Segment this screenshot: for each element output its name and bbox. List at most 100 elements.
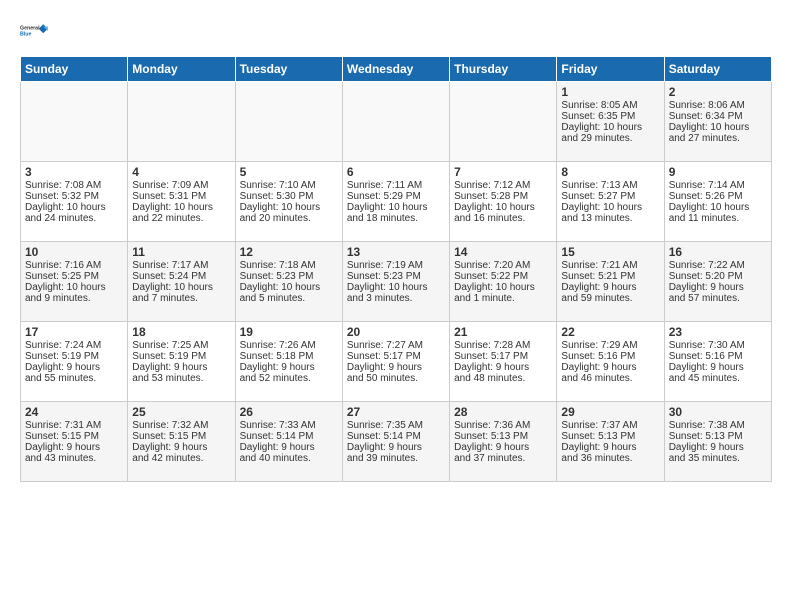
day-info-line: Sunset: 5:26 PM bbox=[669, 191, 767, 202]
day-info-line: Sunset: 5:28 PM bbox=[454, 191, 552, 202]
weekday-header-monday: Monday bbox=[128, 57, 235, 82]
week-row-2: 10Sunrise: 7:16 AMSunset: 5:25 PMDayligh… bbox=[21, 242, 772, 322]
day-number: 2 bbox=[669, 85, 767, 99]
day-number: 19 bbox=[240, 325, 338, 339]
day-info-line: Daylight: 9 hours bbox=[25, 442, 123, 453]
day-info-line: Sunrise: 7:13 AM bbox=[561, 180, 659, 191]
weekday-header-thursday: Thursday bbox=[450, 57, 557, 82]
day-info-line: Sunrise: 7:29 AM bbox=[561, 340, 659, 351]
day-info-line: and 13 minutes. bbox=[561, 213, 659, 224]
day-info-line: Daylight: 10 hours bbox=[561, 122, 659, 133]
day-info-line: and 27 minutes. bbox=[669, 133, 767, 144]
calendar-cell: 17Sunrise: 7:24 AMSunset: 5:19 PMDayligh… bbox=[21, 322, 128, 402]
day-info-line: Sunset: 5:18 PM bbox=[240, 351, 338, 362]
week-row-1: 3Sunrise: 7:08 AMSunset: 5:32 PMDaylight… bbox=[21, 162, 772, 242]
day-info-line: and 5 minutes. bbox=[240, 293, 338, 304]
day-info-line: Sunrise: 7:20 AM bbox=[454, 260, 552, 271]
day-number: 22 bbox=[561, 325, 659, 339]
calendar-cell: 20Sunrise: 7:27 AMSunset: 5:17 PMDayligh… bbox=[342, 322, 449, 402]
day-info-line: and 53 minutes. bbox=[132, 373, 230, 384]
day-number: 17 bbox=[25, 325, 123, 339]
day-number: 4 bbox=[132, 165, 230, 179]
day-info-line: Sunset: 5:20 PM bbox=[669, 271, 767, 282]
day-info-line: and 9 minutes. bbox=[25, 293, 123, 304]
day-info-line: and 3 minutes. bbox=[347, 293, 445, 304]
day-info-line: and 50 minutes. bbox=[347, 373, 445, 384]
calendar-cell: 11Sunrise: 7:17 AMSunset: 5:24 PMDayligh… bbox=[128, 242, 235, 322]
day-info-line: Sunrise: 7:16 AM bbox=[25, 260, 123, 271]
calendar-cell: 18Sunrise: 7:25 AMSunset: 5:19 PMDayligh… bbox=[128, 322, 235, 402]
weekday-header-wednesday: Wednesday bbox=[342, 57, 449, 82]
calendar-cell: 5Sunrise: 7:10 AMSunset: 5:30 PMDaylight… bbox=[235, 162, 342, 242]
day-info-line: and 48 minutes. bbox=[454, 373, 552, 384]
day-info-line: Sunrise: 7:18 AM bbox=[240, 260, 338, 271]
day-number: 24 bbox=[25, 405, 123, 419]
day-number: 13 bbox=[347, 245, 445, 259]
calendar-cell: 19Sunrise: 7:26 AMSunset: 5:18 PMDayligh… bbox=[235, 322, 342, 402]
day-info-line: and 16 minutes. bbox=[454, 213, 552, 224]
day-info-line: Daylight: 9 hours bbox=[454, 442, 552, 453]
svg-text:Blue: Blue bbox=[20, 32, 31, 38]
day-info-line: Sunset: 5:19 PM bbox=[25, 351, 123, 362]
day-info-line: Daylight: 9 hours bbox=[240, 362, 338, 373]
day-number: 9 bbox=[669, 165, 767, 179]
day-info-line: Sunset: 5:25 PM bbox=[25, 271, 123, 282]
day-info-line: and 55 minutes. bbox=[25, 373, 123, 384]
calendar-cell: 9Sunrise: 7:14 AMSunset: 5:26 PMDaylight… bbox=[664, 162, 771, 242]
day-info-line: Daylight: 10 hours bbox=[240, 202, 338, 213]
day-info-line: and 35 minutes. bbox=[669, 453, 767, 464]
day-info-line: Sunrise: 7:35 AM bbox=[347, 420, 445, 431]
day-number: 1 bbox=[561, 85, 659, 99]
day-number: 16 bbox=[669, 245, 767, 259]
day-info-line: Sunrise: 7:37 AM bbox=[561, 420, 659, 431]
day-info-line: and 45 minutes. bbox=[669, 373, 767, 384]
calendar-cell: 26Sunrise: 7:33 AMSunset: 5:14 PMDayligh… bbox=[235, 402, 342, 482]
day-info-line: Sunrise: 7:33 AM bbox=[240, 420, 338, 431]
day-info-line: Daylight: 9 hours bbox=[669, 362, 767, 373]
day-info-line: Sunrise: 7:17 AM bbox=[132, 260, 230, 271]
day-info-line: Sunset: 5:29 PM bbox=[347, 191, 445, 202]
calendar-cell bbox=[235, 82, 342, 162]
day-info-line: Sunrise: 7:08 AM bbox=[25, 180, 123, 191]
day-number: 23 bbox=[669, 325, 767, 339]
day-info-line: Sunset: 5:30 PM bbox=[240, 191, 338, 202]
calendar-cell: 16Sunrise: 7:22 AMSunset: 5:20 PMDayligh… bbox=[664, 242, 771, 322]
day-number: 26 bbox=[240, 405, 338, 419]
day-info-line: and 57 minutes. bbox=[669, 293, 767, 304]
calendar-cell bbox=[21, 82, 128, 162]
day-info-line: Daylight: 9 hours bbox=[454, 362, 552, 373]
day-info-line: Sunrise: 7:27 AM bbox=[347, 340, 445, 351]
day-info-line: Sunrise: 7:21 AM bbox=[561, 260, 659, 271]
calendar-cell: 13Sunrise: 7:19 AMSunset: 5:23 PMDayligh… bbox=[342, 242, 449, 322]
day-info-line: and 39 minutes. bbox=[347, 453, 445, 464]
day-info-line: and 46 minutes. bbox=[561, 373, 659, 384]
day-info-line: Sunrise: 7:28 AM bbox=[454, 340, 552, 351]
day-info-line: Sunset: 5:23 PM bbox=[240, 271, 338, 282]
day-info-line: Sunset: 5:13 PM bbox=[561, 431, 659, 442]
logo-icon: GeneralBlue bbox=[20, 16, 50, 46]
day-info-line: and 20 minutes. bbox=[240, 213, 338, 224]
day-info-line: Sunrise: 7:19 AM bbox=[347, 260, 445, 271]
day-info-line: Sunset: 5:21 PM bbox=[561, 271, 659, 282]
calendar-cell: 2Sunrise: 8:06 AMSunset: 6:34 PMDaylight… bbox=[664, 82, 771, 162]
calendar-cell: 15Sunrise: 7:21 AMSunset: 5:21 PMDayligh… bbox=[557, 242, 664, 322]
day-info-line: and 37 minutes. bbox=[454, 453, 552, 464]
day-number: 15 bbox=[561, 245, 659, 259]
svg-text:General: General bbox=[20, 26, 40, 32]
day-number: 11 bbox=[132, 245, 230, 259]
day-info-line: Daylight: 10 hours bbox=[132, 202, 230, 213]
day-info-line: Sunset: 5:15 PM bbox=[25, 431, 123, 442]
weekday-header-friday: Friday bbox=[557, 57, 664, 82]
day-info-line: Sunrise: 7:22 AM bbox=[669, 260, 767, 271]
day-info-line: Sunset: 5:17 PM bbox=[347, 351, 445, 362]
day-info-line: Daylight: 9 hours bbox=[132, 362, 230, 373]
day-info-line: Daylight: 9 hours bbox=[669, 282, 767, 293]
logo: GeneralBlue bbox=[20, 16, 50, 46]
day-info-line: and 52 minutes. bbox=[240, 373, 338, 384]
calendar-cell bbox=[450, 82, 557, 162]
day-info-line: Sunrise: 7:25 AM bbox=[132, 340, 230, 351]
day-info-line: Sunset: 5:14 PM bbox=[347, 431, 445, 442]
day-info-line: Sunrise: 8:05 AM bbox=[561, 100, 659, 111]
day-info-line: Daylight: 10 hours bbox=[25, 282, 123, 293]
day-info-line: Sunset: 5:27 PM bbox=[561, 191, 659, 202]
